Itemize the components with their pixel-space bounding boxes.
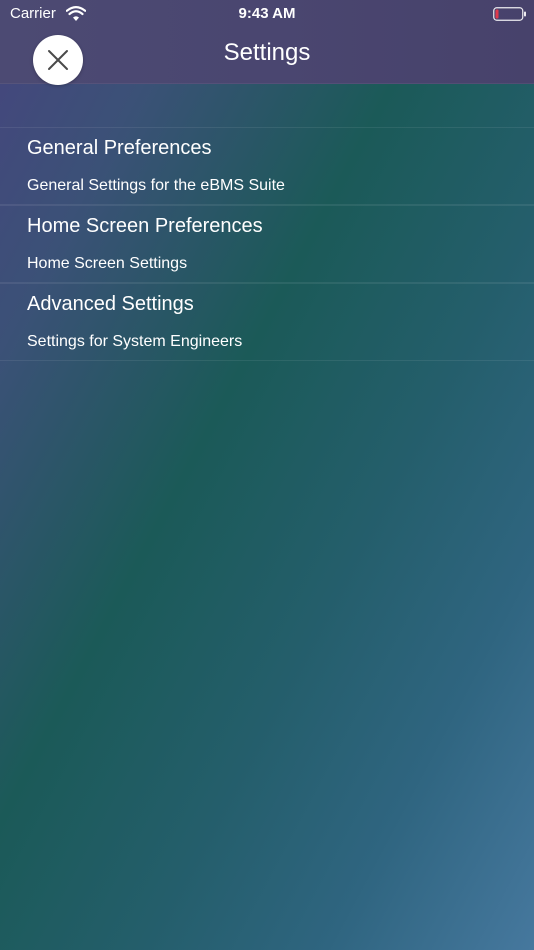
battery-low-icon — [493, 7, 526, 21]
settings-item-home-screen[interactable]: Home Screen Settings — [0, 243, 534, 283]
navigation-bar: Carrier 9:43 AM Settings — [0, 0, 534, 85]
settings-screen: Carrier 9:43 AM Settings General Prefere… — [0, 0, 534, 950]
section-title-advanced-settings: Advanced Settings — [0, 283, 534, 321]
settings-list: General Preferences General Settings for… — [0, 127, 534, 361]
section-title-home-screen-preferences: Home Screen Preferences — [0, 205, 534, 243]
settings-item-general[interactable]: General Settings for the eBMS Suite — [0, 165, 534, 205]
settings-item-system-engineers[interactable]: Settings for System Engineers — [0, 321, 534, 361]
status-time: 9:43 AM — [238, 5, 296, 22]
section-title-general-preferences: General Preferences — [0, 127, 534, 165]
status-bar: Carrier 9:43 AM — [0, 0, 534, 28]
page-title: Settings — [223, 39, 311, 66]
